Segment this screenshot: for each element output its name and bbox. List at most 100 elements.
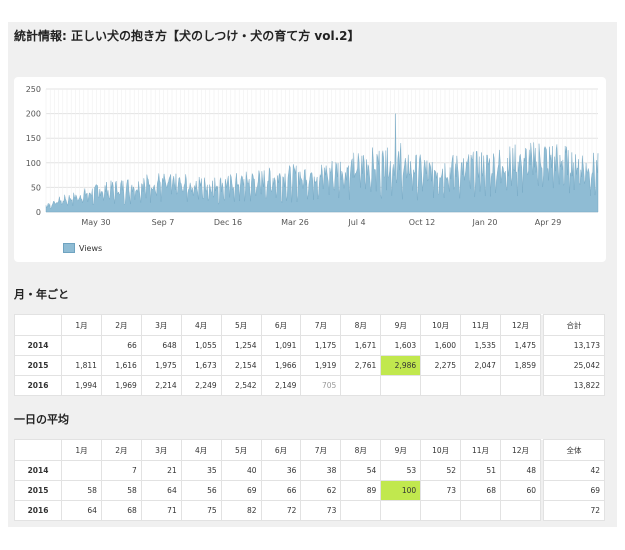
year-cell: 2016 bbox=[14, 500, 62, 521]
x-tick-label: Dec 16 bbox=[214, 218, 242, 227]
value-cell: 100 bbox=[380, 480, 422, 501]
value-cell: 58 bbox=[61, 480, 102, 501]
table-row: 2014 66 648 1,055 1,254 1,091 1,175 1,671 1,603 1… bbox=[14, 335, 605, 356]
month-header: 9月 bbox=[380, 314, 422, 336]
month-header: 1月 bbox=[61, 439, 102, 461]
total-cell: 13,173 bbox=[543, 335, 605, 356]
value-cell bbox=[340, 375, 382, 396]
x-tick-label: Mar 26 bbox=[281, 218, 309, 227]
table-row: 2014 7 21 35 40 36 38 54 53 52 51 48 42 bbox=[14, 460, 605, 481]
value-cell: 1,616 bbox=[100, 355, 142, 376]
value-cell: 36 bbox=[260, 460, 302, 481]
value-cell: 71 bbox=[140, 500, 182, 521]
value-cell: 1,975 bbox=[140, 355, 182, 376]
value-cell: 73 bbox=[300, 500, 342, 521]
value-cell: 53 bbox=[380, 460, 422, 481]
value-cell: 21 bbox=[140, 460, 182, 481]
corner-cell bbox=[14, 314, 62, 336]
value-cell: 1,673 bbox=[180, 355, 222, 376]
value-cell: 705 bbox=[300, 375, 342, 396]
chart-legend: Views bbox=[63, 243, 102, 253]
total-cell: 69 bbox=[543, 480, 605, 501]
value-cell: 1,600 bbox=[420, 335, 462, 356]
value-cell: 75 bbox=[180, 500, 222, 521]
month-header: 12月 bbox=[499, 439, 542, 461]
value-cell: 58 bbox=[100, 480, 142, 501]
value-cell: 2,275 bbox=[420, 355, 462, 376]
total-cell: 72 bbox=[543, 500, 605, 521]
value-cell: 64 bbox=[61, 500, 102, 521]
y-tick-label: 50 bbox=[31, 183, 41, 192]
value-cell: 1,055 bbox=[180, 335, 222, 356]
value-cell: 2,761 bbox=[340, 355, 382, 376]
value-cell: 1,091 bbox=[260, 335, 302, 356]
value-cell: 73 bbox=[420, 480, 462, 501]
value-cell bbox=[499, 500, 542, 521]
value-cell: 1,254 bbox=[220, 335, 262, 356]
value-cell: 1,671 bbox=[340, 335, 382, 356]
month-header: 8月 bbox=[340, 314, 382, 336]
month-header: 9月 bbox=[380, 439, 422, 461]
total-cell: 42 bbox=[543, 460, 605, 481]
value-cell: 2,542 bbox=[220, 375, 262, 396]
table-row: 2015 1,811 1,616 1,975 1,673 2,154 1,966 1,919 2… bbox=[14, 355, 605, 376]
corner-cell bbox=[14, 439, 62, 461]
month-header: 5月 bbox=[220, 439, 262, 461]
value-cell: 2,154 bbox=[220, 355, 262, 376]
value-cell: 72 bbox=[260, 500, 302, 521]
x-tick-label: Oct 12 bbox=[409, 218, 436, 227]
total-cell: 13,822 bbox=[543, 375, 605, 396]
value-cell: 35 bbox=[180, 460, 222, 481]
year-cell: 2014 bbox=[14, 335, 62, 356]
value-cell bbox=[380, 375, 422, 396]
value-cell bbox=[420, 500, 462, 521]
value-cell: 1,535 bbox=[460, 335, 501, 356]
value-cell: 7 bbox=[100, 460, 142, 481]
month-header: 2月 bbox=[100, 439, 142, 461]
value-cell: 1,175 bbox=[300, 335, 342, 356]
month-header: 3月 bbox=[140, 439, 182, 461]
value-cell bbox=[499, 375, 542, 396]
month-header: 5月 bbox=[220, 314, 262, 336]
year-cell: 2016 bbox=[14, 375, 62, 396]
table-row: 2016 64 68 71 75 82 72 73 72 bbox=[14, 500, 605, 521]
x-tick-label: Jan 20 bbox=[471, 218, 497, 227]
value-cell: 82 bbox=[220, 500, 262, 521]
month-header: 4月 bbox=[180, 439, 222, 461]
value-cell: 89 bbox=[340, 480, 382, 501]
daily-section-title: 一日の平均 bbox=[14, 413, 69, 426]
daily-average-table: 1月 2月 3月 4月 5月 6月 7月 8月 9月 10月 11月 12月 全体 2014 7 21 35 40… bbox=[14, 439, 605, 521]
month-header: 7月 bbox=[300, 439, 342, 461]
value-cell: 1,994 bbox=[61, 375, 102, 396]
y-tick-label: 250 bbox=[26, 85, 41, 94]
x-tick-label: Jul 4 bbox=[347, 218, 365, 227]
page-title: 統計情報: 正しい犬の抱き方【犬のしつけ・犬の育て方 vol.2】 bbox=[14, 29, 360, 43]
value-cell: 2,986 bbox=[380, 355, 422, 376]
y-tick-label: 0 bbox=[36, 208, 41, 217]
month-header: 1月 bbox=[61, 314, 102, 336]
month-header: 6月 bbox=[260, 439, 302, 461]
value-cell: 48 bbox=[499, 460, 542, 481]
month-header: 8月 bbox=[340, 439, 382, 461]
month-header: 3月 bbox=[140, 314, 182, 336]
value-cell: 54 bbox=[340, 460, 382, 481]
value-cell: 64 bbox=[140, 480, 182, 501]
value-cell bbox=[460, 375, 501, 396]
value-cell bbox=[340, 500, 382, 521]
y-tick-label: 150 bbox=[26, 134, 41, 143]
value-cell bbox=[61, 460, 102, 481]
x-tick-label: Apr 29 bbox=[535, 218, 562, 227]
month-header: 10月 bbox=[420, 314, 462, 336]
value-cell: 68 bbox=[460, 480, 501, 501]
value-cell: 56 bbox=[180, 480, 222, 501]
y-tick-label: 100 bbox=[26, 159, 41, 168]
month-header: 2月 bbox=[100, 314, 142, 336]
month-header: 12月 bbox=[499, 314, 542, 336]
total-cell: 25,042 bbox=[543, 355, 605, 376]
value-cell: 40 bbox=[220, 460, 262, 481]
month-header: 10月 bbox=[420, 439, 462, 461]
total-header: 全体 bbox=[543, 439, 605, 461]
value-cell: 648 bbox=[140, 335, 182, 356]
month-header: 11月 bbox=[460, 439, 501, 461]
value-cell: 2,214 bbox=[140, 375, 182, 396]
